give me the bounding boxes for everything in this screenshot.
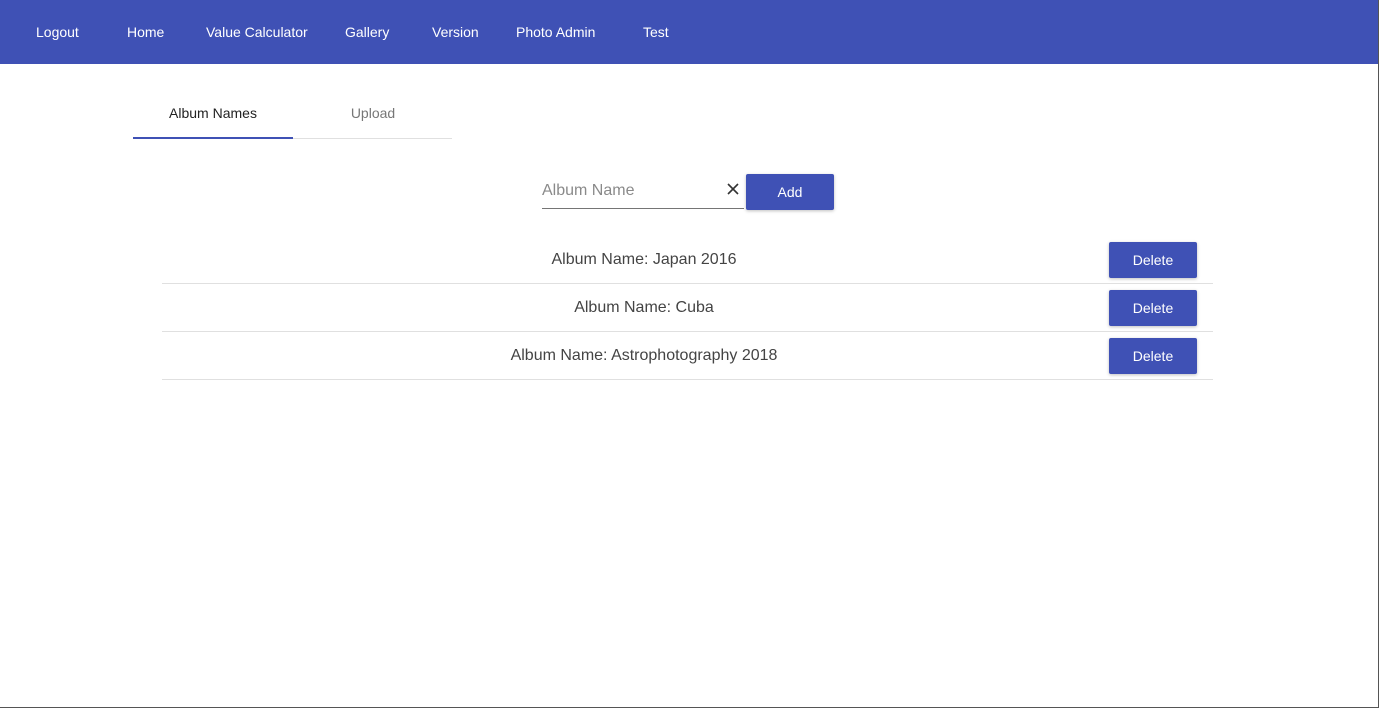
nav-logout[interactable]: Logout xyxy=(36,0,79,64)
album-list: Album Name: Japan 2016 Delete Album Name… xyxy=(162,236,1213,380)
top-navbar: Logout Home Value Calculator Gallery Ver… xyxy=(0,0,1378,64)
close-icon[interactable] xyxy=(726,182,740,196)
album-row: Album Name: Cuba Delete xyxy=(162,284,1213,332)
add-album-button[interactable]: Add xyxy=(746,174,834,210)
page: Logout Home Value Calculator Gallery Ver… xyxy=(0,0,1379,708)
nav-version[interactable]: Version xyxy=(432,0,479,64)
album-name-text: Album Name: Cuba xyxy=(574,299,714,316)
tab-bar: Album Names Upload xyxy=(133,90,452,139)
album-name-text: Album Name: Japan 2016 xyxy=(551,251,737,268)
album-row: Album Name: Astrophotography 2018 Delete xyxy=(162,332,1213,380)
tab-album-names[interactable]: Album Names xyxy=(133,90,293,136)
nav-photo-admin[interactable]: Photo Admin xyxy=(516,0,595,64)
delete-button[interactable]: Delete xyxy=(1109,338,1197,374)
nav-gallery[interactable]: Gallery xyxy=(345,0,389,64)
album-name-field xyxy=(542,174,744,209)
nav-value-calculator[interactable]: Value Calculator xyxy=(206,0,308,64)
delete-button[interactable]: Delete xyxy=(1109,242,1197,278)
active-tab-indicator xyxy=(133,137,293,139)
delete-button[interactable]: Delete xyxy=(1109,290,1197,326)
nav-home[interactable]: Home xyxy=(127,0,164,64)
album-name-input[interactable] xyxy=(542,178,720,204)
tab-upload[interactable]: Upload xyxy=(293,90,453,136)
nav-test[interactable]: Test xyxy=(643,0,669,64)
album-row: Album Name: Japan 2016 Delete xyxy=(162,236,1213,284)
album-name-text: Album Name: Astrophotography 2018 xyxy=(510,347,778,364)
